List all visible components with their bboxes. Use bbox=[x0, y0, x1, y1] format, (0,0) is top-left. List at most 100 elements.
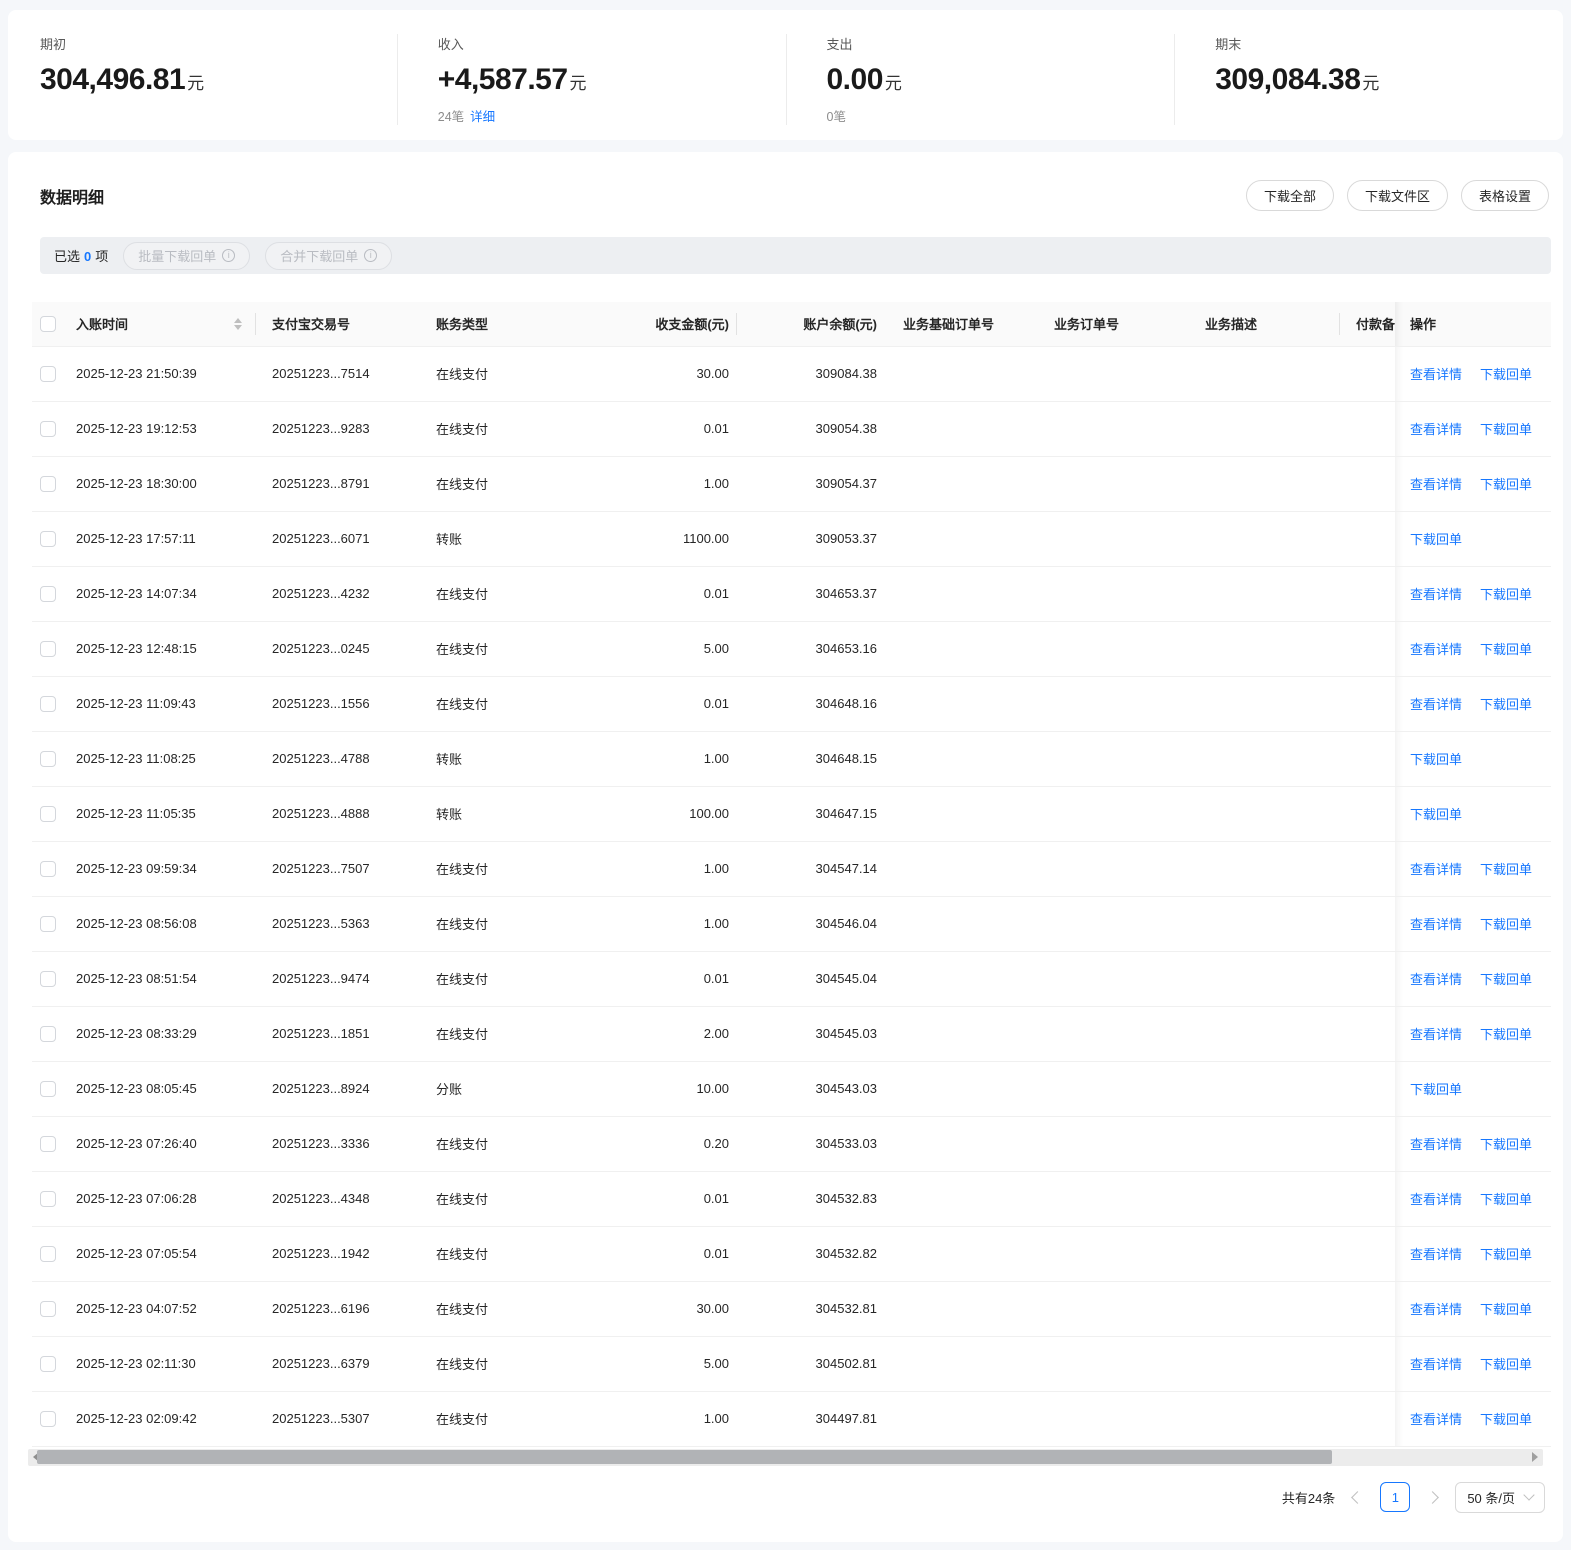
cell-amount: 1.00 bbox=[570, 731, 737, 787]
summary-value: 304,496.81 元 bbox=[40, 63, 204, 96]
prev-page-icon[interactable] bbox=[1351, 1490, 1365, 1504]
panel-title: 数据明细 bbox=[40, 189, 105, 207]
cell-amount: 30.00 bbox=[570, 346, 737, 402]
row-checkbox[interactable] bbox=[40, 695, 56, 712]
view-detail-link[interactable]: 查看详情 bbox=[1410, 697, 1462, 712]
cell-txn: 20251223...6196 bbox=[256, 1281, 420, 1337]
view-detail-link[interactable]: 查看详情 bbox=[1410, 367, 1462, 382]
row-checkbox[interactable] bbox=[40, 970, 56, 987]
cell-base-order bbox=[887, 1226, 1038, 1282]
cell-txn: 20251223...5307 bbox=[256, 1391, 420, 1447]
view-detail-link[interactable]: 查看详情 bbox=[1410, 1412, 1462, 1427]
cell-actions: 查看详情 下载回单 bbox=[1395, 566, 1551, 622]
page-size-select[interactable]: 50 条/页 bbox=[1455, 1481, 1545, 1513]
cell-description bbox=[1189, 346, 1340, 402]
view-detail-link[interactable]: 查看详情 bbox=[1410, 422, 1462, 437]
income-detail-link[interactable]: 详细 bbox=[470, 110, 495, 124]
row-checkbox[interactable] bbox=[40, 1190, 56, 1207]
table-row: 2025-12-23 07:26:40 20251223...3336 在线支付… bbox=[32, 1116, 1551, 1172]
download-receipt-link[interactable]: 下载回单 bbox=[1410, 532, 1462, 547]
download-receipt-link[interactable]: 下载回单 bbox=[1480, 477, 1532, 492]
download-receipt-link[interactable]: 下载回单 bbox=[1480, 367, 1532, 382]
download-all-button[interactable]: 下载全部 bbox=[1245, 180, 1334, 211]
cell-actions: 查看详情 下载回单 bbox=[1395, 621, 1551, 677]
cell-amount: 5.00 bbox=[570, 621, 737, 677]
download-receipt-link[interactable]: 下载回单 bbox=[1480, 862, 1532, 877]
cell-description bbox=[1189, 456, 1340, 512]
download-receipt-link[interactable]: 下载回单 bbox=[1480, 587, 1532, 602]
summary-sub: 24笔 详细 bbox=[437, 110, 496, 124]
row-checkbox[interactable] bbox=[40, 805, 56, 822]
view-detail-link[interactable]: 查看详情 bbox=[1410, 917, 1462, 932]
row-checkbox[interactable] bbox=[40, 475, 56, 492]
row-checkbox[interactable] bbox=[40, 1245, 56, 1262]
sort-control[interactable] bbox=[234, 317, 242, 330]
row-checkbox[interactable] bbox=[40, 365, 56, 382]
row-checkbox[interactable] bbox=[40, 1410, 56, 1427]
download-receipt-link[interactable]: 下载回单 bbox=[1480, 1412, 1532, 1427]
download-receipt-link[interactable]: 下载回单 bbox=[1480, 1027, 1532, 1042]
row-checkbox[interactable] bbox=[40, 585, 56, 602]
batch-download-button[interactable]: 批量下载回单 i bbox=[123, 241, 251, 270]
view-detail-link[interactable]: 查看详情 bbox=[1410, 1027, 1462, 1042]
download-receipt-link[interactable]: 下载回单 bbox=[1480, 697, 1532, 712]
download-receipt-link[interactable]: 下载回单 bbox=[1480, 1357, 1532, 1372]
summary-income: 收入 +4,587.57 元 24笔 详细 bbox=[396, 34, 786, 125]
download-receipt-link[interactable]: 下载回单 bbox=[1480, 917, 1532, 932]
cell-txn: 20251223...1851 bbox=[256, 1006, 420, 1062]
row-checkbox[interactable] bbox=[40, 860, 56, 877]
view-detail-link[interactable]: 查看详情 bbox=[1410, 972, 1462, 987]
scrollbar-thumb[interactable] bbox=[37, 1450, 1333, 1464]
download-receipt-link[interactable]: 下载回单 bbox=[1480, 972, 1532, 987]
row-checkbox[interactable] bbox=[40, 1355, 56, 1372]
download-receipt-link[interactable]: 下载回单 bbox=[1410, 1082, 1462, 1097]
table-settings-button[interactable]: 表格设置 bbox=[1460, 180, 1549, 211]
cell-balance: 309084.38 bbox=[737, 346, 887, 402]
merge-download-button[interactable]: 合并下载回单 i bbox=[265, 241, 393, 270]
row-checkbox[interactable] bbox=[40, 1025, 56, 1042]
page-number-button[interactable]: 1 bbox=[1380, 1482, 1411, 1512]
cell-amount: 2.00 bbox=[570, 1006, 737, 1062]
cell-order bbox=[1038, 676, 1189, 732]
cell-description bbox=[1189, 566, 1340, 622]
row-checkbox[interactable] bbox=[40, 1080, 56, 1097]
cell-time: 2025-12-23 11:05:35 bbox=[72, 786, 256, 842]
cell-actions: 下载回单 bbox=[1395, 786, 1551, 842]
row-checkbox[interactable] bbox=[40, 640, 56, 657]
row-checkbox[interactable] bbox=[40, 530, 56, 547]
download-receipt-link[interactable]: 下载回单 bbox=[1410, 807, 1462, 822]
select-all-checkbox[interactable] bbox=[40, 316, 56, 333]
view-detail-link[interactable]: 查看详情 bbox=[1410, 862, 1462, 877]
view-detail-link[interactable]: 查看详情 bbox=[1410, 587, 1462, 602]
download-receipt-link[interactable]: 下载回单 bbox=[1480, 642, 1532, 657]
download-receipt-link[interactable]: 下载回单 bbox=[1480, 1247, 1532, 1262]
view-detail-link[interactable]: 查看详情 bbox=[1410, 1192, 1462, 1207]
cell-base-order bbox=[887, 1061, 1038, 1117]
view-detail-link[interactable]: 查看详情 bbox=[1410, 1357, 1462, 1372]
cell-time: 2025-12-23 12:48:15 bbox=[72, 621, 256, 677]
download-receipt-link[interactable]: 下载回单 bbox=[1480, 1137, 1532, 1152]
download-receipt-link[interactable]: 下载回单 bbox=[1480, 422, 1532, 437]
view-detail-link[interactable]: 查看详情 bbox=[1410, 1302, 1462, 1317]
cell-base-order bbox=[887, 1281, 1038, 1337]
scroll-right-arrow-icon[interactable] bbox=[1527, 1449, 1543, 1466]
download-zone-button[interactable]: 下载文件区 bbox=[1346, 180, 1448, 211]
cell-payer bbox=[1340, 896, 1395, 952]
row-checkbox[interactable] bbox=[40, 750, 56, 767]
row-checkbox[interactable] bbox=[40, 1135, 56, 1152]
next-page-icon[interactable] bbox=[1426, 1490, 1440, 1504]
row-checkbox[interactable] bbox=[40, 1300, 56, 1317]
download-receipt-link[interactable]: 下载回单 bbox=[1410, 752, 1462, 767]
table-row: 2025-12-23 08:33:29 20251223...1851 在线支付… bbox=[32, 1006, 1551, 1062]
download-receipt-link[interactable]: 下载回单 bbox=[1480, 1302, 1532, 1317]
cell-base-order bbox=[887, 1116, 1038, 1172]
row-checkbox[interactable] bbox=[40, 420, 56, 437]
row-checkbox[interactable] bbox=[40, 915, 56, 932]
view-detail-link[interactable]: 查看详情 bbox=[1410, 1137, 1462, 1152]
horizontal-scrollbar[interactable] bbox=[28, 1448, 1543, 1466]
download-receipt-link[interactable]: 下载回单 bbox=[1480, 1192, 1532, 1207]
cell-balance: 309054.37 bbox=[737, 456, 887, 512]
view-detail-link[interactable]: 查看详情 bbox=[1410, 477, 1462, 492]
view-detail-link[interactable]: 查看详情 bbox=[1410, 642, 1462, 657]
view-detail-link[interactable]: 查看详情 bbox=[1410, 1247, 1462, 1262]
